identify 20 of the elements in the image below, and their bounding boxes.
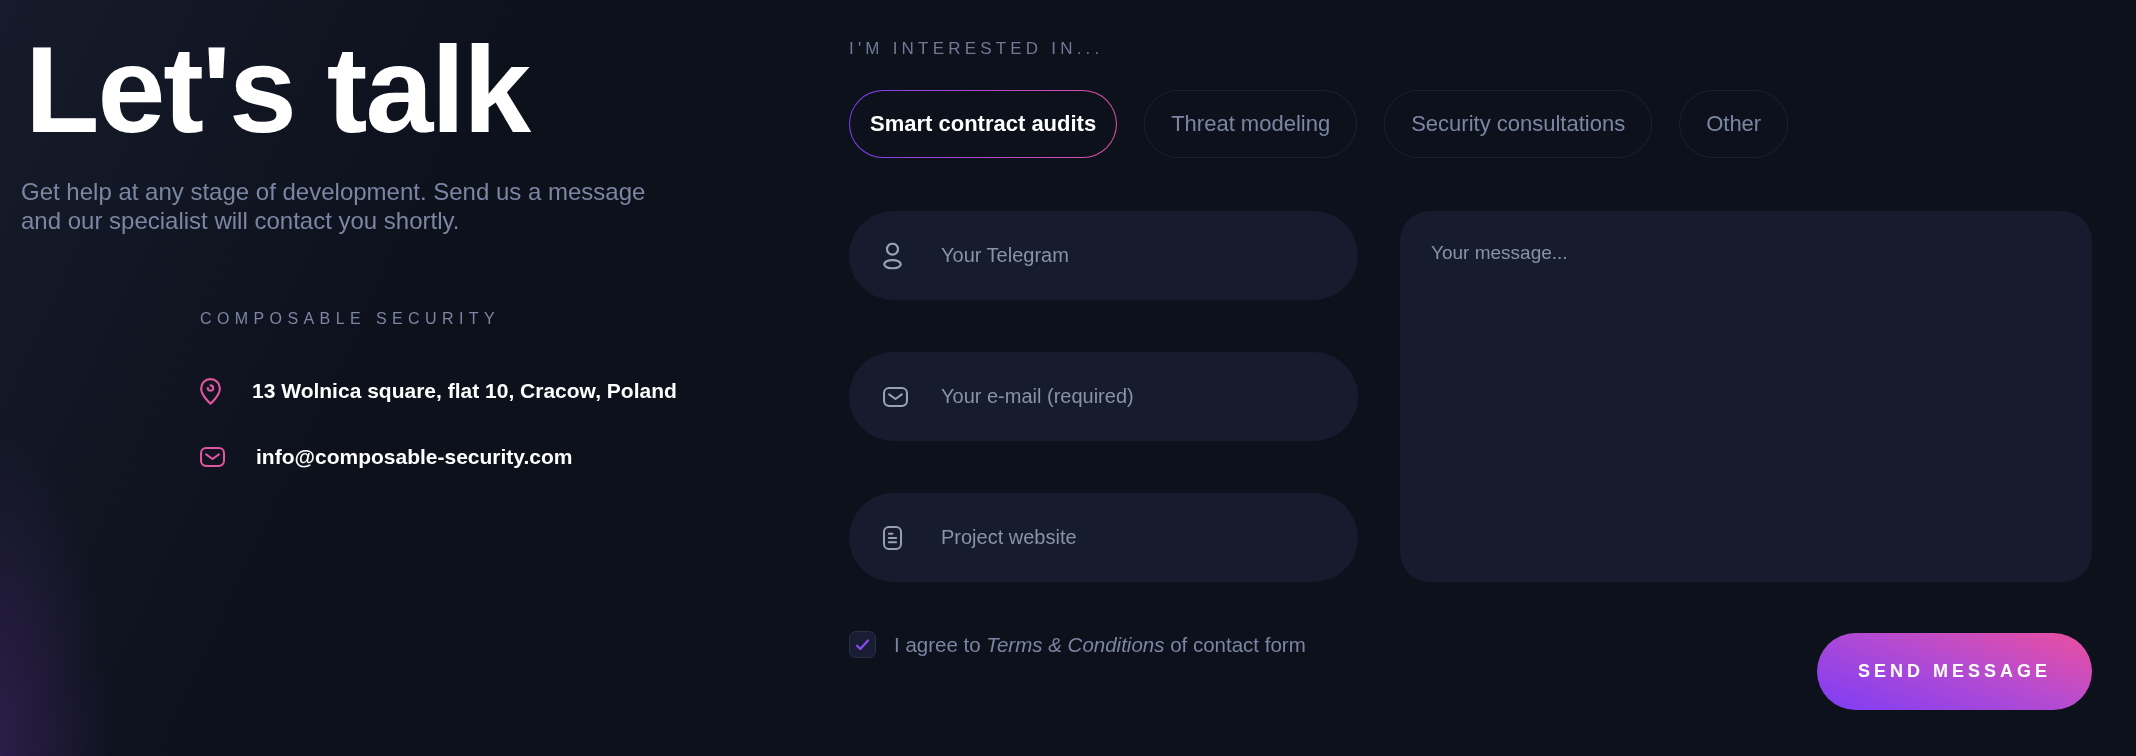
email-address: info@composable-security.com <box>256 445 573 469</box>
email-field[interactable]: Your e-mail (required) <box>849 352 1358 441</box>
message-field[interactable]: Your message... <box>1400 211 2092 582</box>
page-title: Let's talk <box>25 29 529 151</box>
envelope-icon <box>883 386 908 407</box>
person-icon <box>883 242 902 269</box>
consent-checkbox[interactable] <box>849 631 876 658</box>
website-field[interactable]: Project website <box>849 493 1358 582</box>
envelope-icon <box>200 447 225 467</box>
checkmark-icon <box>856 638 869 651</box>
interests-label: I'M INTERESTED IN... <box>849 39 1104 59</box>
intro-text: Get help at any stage of development. Send us a message and our specialist will contact you shortly. <box>21 177 647 235</box>
interest-chip[interactable]: Smart contract audits <box>849 90 1118 158</box>
telegram-field[interactable]: Your Telegram <box>849 211 1358 300</box>
document-icon <box>883 525 902 550</box>
map-pin-icon <box>200 377 221 405</box>
send-button[interactable]: SEND MESSAGE <box>1817 633 2092 710</box>
company-name: COMPOSABLE SECURITY <box>200 309 500 329</box>
postal-address: 13 Wolnica square, flat 10, Cracow, Poland <box>252 379 677 403</box>
consent-text: I agree to Terms & Conditions of contact form <box>894 632 1306 657</box>
